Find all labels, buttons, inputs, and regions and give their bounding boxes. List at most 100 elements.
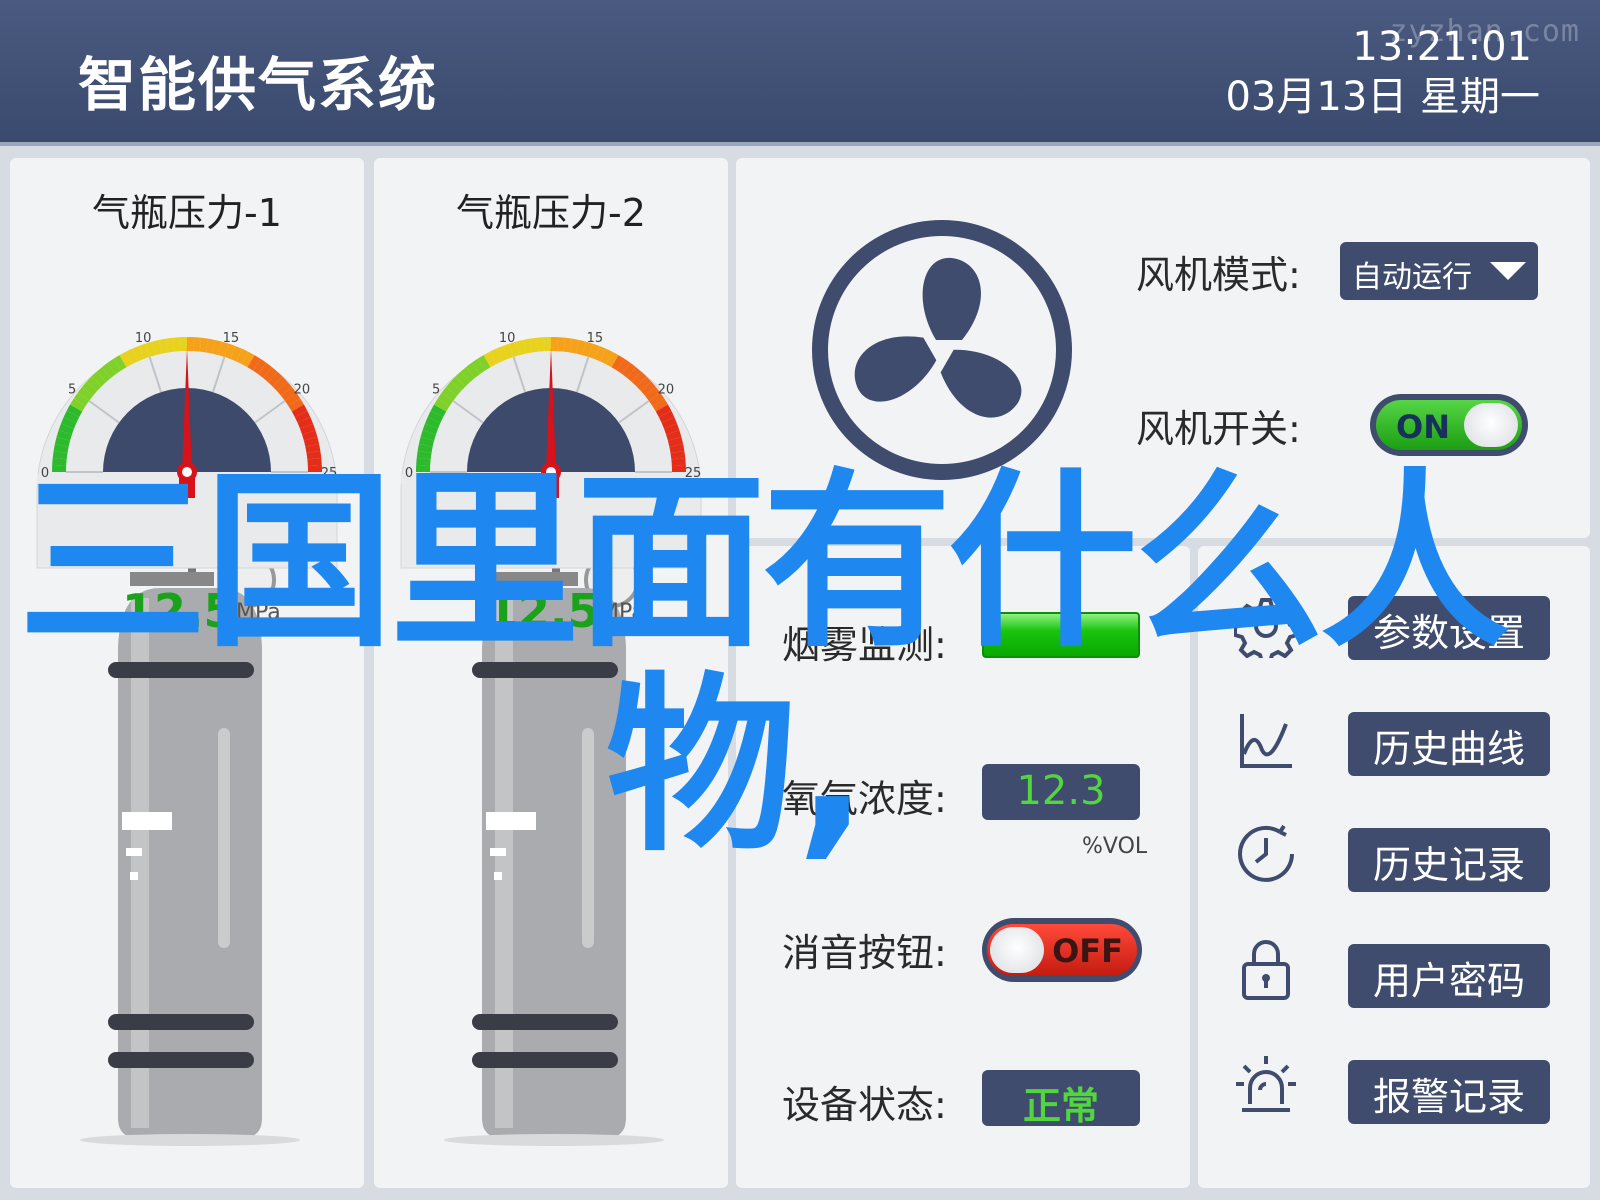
toggle-knob: [990, 927, 1044, 973]
menu-button-history-records[interactable]: 历史记录: [1348, 828, 1550, 892]
mute-label: 消音按钮:: [782, 931, 947, 975]
gauge-arc-segment: [82, 381, 98, 396]
gauge-arc-segment: [212, 339, 222, 356]
gauge-arc-segment: [522, 338, 533, 354]
gauge-arc-segment: [119, 351, 133, 368]
gauge-arc-segment: [258, 362, 272, 378]
gauge-arc-segment: [241, 351, 255, 368]
gauge-arc-segment: [125, 348, 138, 365]
cylinder-title: 气瓶压力-1: [92, 191, 282, 235]
gauge-arc-segment: [605, 351, 619, 368]
gauge-arc-segment: [107, 358, 122, 375]
oxygen-unit: %VOL: [1082, 834, 1148, 859]
cylinder-title: 气瓶压力-2: [456, 191, 646, 235]
menu-button-alarm-records[interactable]: 报警记录: [1348, 1060, 1550, 1124]
gauge-tick-label: 10: [499, 331, 516, 346]
gauge-arc-segment: [132, 345, 144, 362]
gauge-arc-segment: [205, 338, 216, 354]
oxygen-value: 12.3: [982, 764, 1140, 820]
gauge-arc-segment: [631, 371, 647, 387]
gauge-arc-segment: [569, 338, 580, 354]
gauge-arc-segment: [91, 371, 107, 387]
gauge-arc-segment: [563, 337, 573, 353]
gauge-arc-segment: [441, 387, 457, 401]
gauge-tick-label: 15: [223, 331, 240, 346]
gauge-arc-segment: [627, 367, 642, 383]
gauge-arc-segment: [138, 343, 150, 360]
menu-button-user-password[interactable]: 用户密码: [1348, 944, 1550, 1008]
gauge-arc-segment: [496, 345, 508, 362]
lock-icon: [1242, 940, 1290, 1000]
fan-mode-value: 自动运行: [1352, 260, 1472, 295]
gauge-tick-label: 5: [68, 383, 76, 398]
gauge-arc-segment: [272, 376, 288, 392]
gauge-arc-segment: [152, 339, 162, 356]
gauge-arc-segment: [471, 358, 486, 375]
gauge-arc-segment: [172, 337, 181, 352]
line-chart-icon: [1240, 714, 1292, 768]
gauge-arc-segment: [86, 376, 102, 392]
gauge-arc-segment: [437, 392, 454, 407]
gauge-arc-segment: [450, 376, 466, 392]
clock-time: 13:21:01: [1352, 24, 1532, 70]
gauge-tick-label: 20: [294, 383, 311, 398]
gauge-arc-segment: [165, 337, 175, 353]
gauge-arc-segment: [218, 341, 229, 357]
gauge-arc-segment: [193, 337, 202, 352]
gauge-arc-segment: [236, 348, 249, 365]
gauge-tick-label: 15: [587, 331, 604, 346]
mute-toggle[interactable]: OFF: [982, 918, 1142, 982]
gauge-arc-segment: [267, 371, 283, 387]
gauge-arc-segment: [616, 358, 631, 375]
gauge-arc-segment: [77, 387, 93, 401]
gauge-arc-segment: [529, 337, 539, 353]
gauge-arc-segment: [636, 376, 652, 392]
gauge-arc-segment: [582, 341, 593, 357]
page-title: 智能供气系统: [78, 51, 439, 119]
gauge-arc-segment: [516, 339, 526, 356]
gauge-arc-segment: [281, 387, 297, 401]
gauge-arc-segment: [224, 343, 236, 360]
gauge-arc-segment: [263, 367, 278, 383]
gauge-tick-label: 20: [658, 383, 675, 398]
gauge-arc-segment: [199, 337, 209, 353]
overlay-caption-line-2: 物,: [606, 656, 869, 877]
gauge-arc-segment: [483, 351, 497, 368]
device-status-value: 正常: [982, 1070, 1140, 1128]
gauge-arc-segment: [576, 339, 586, 356]
gauge-arc-segment: [460, 367, 475, 383]
fan-mode-dropdown[interactable]: 自动运行: [1340, 242, 1538, 300]
header-bar: 智能供气系统 zyzhan.com 13:21:01 03月13日 星期一: [0, 0, 1600, 146]
gauge-arc-segment: [622, 362, 636, 378]
gauge-arc-segment: [509, 341, 520, 357]
gauge-arc-segment: [588, 343, 600, 360]
clock-icon: [1238, 824, 1294, 882]
alarm-light-icon: [1236, 1056, 1296, 1112]
gauge-arc-segment: [247, 355, 261, 371]
gauge-arc-segment: [455, 371, 471, 387]
gauge-arc-segment: [73, 392, 90, 407]
gauge-arc-segment: [594, 345, 606, 362]
gauge-arc-segment: [502, 343, 514, 360]
gauge-arc-segment: [611, 355, 625, 371]
gauge-arc-segment: [600, 348, 613, 365]
gauge-arc-segment: [284, 392, 301, 407]
gauge-arc-segment: [158, 338, 169, 354]
gauge-tick-label: 10: [135, 331, 152, 346]
gauge-arc-segment: [466, 362, 480, 378]
chevron-down-icon: [1490, 262, 1526, 280]
gauge-arc-segment: [96, 367, 111, 383]
gauge-arc-segment: [102, 362, 116, 378]
menu-button-history-curve[interactable]: 历史曲线: [1348, 712, 1550, 776]
gauge-arc-segment: [276, 381, 292, 396]
toggle-state: OFF: [1052, 932, 1123, 970]
gauge-arc-segment: [648, 392, 665, 407]
gauge-arc-segment: [446, 381, 462, 396]
gauge-arc-segment: [477, 355, 491, 371]
gauge-arc-segment: [230, 345, 242, 362]
gauge-arc-segment: [145, 341, 156, 357]
clock-date: 03月13日 星期一: [1225, 74, 1540, 120]
gauge-arc-segment: [536, 337, 545, 352]
gauge-arc-segment: [645, 387, 661, 401]
device-status-label: 设备状态:: [782, 1083, 947, 1127]
